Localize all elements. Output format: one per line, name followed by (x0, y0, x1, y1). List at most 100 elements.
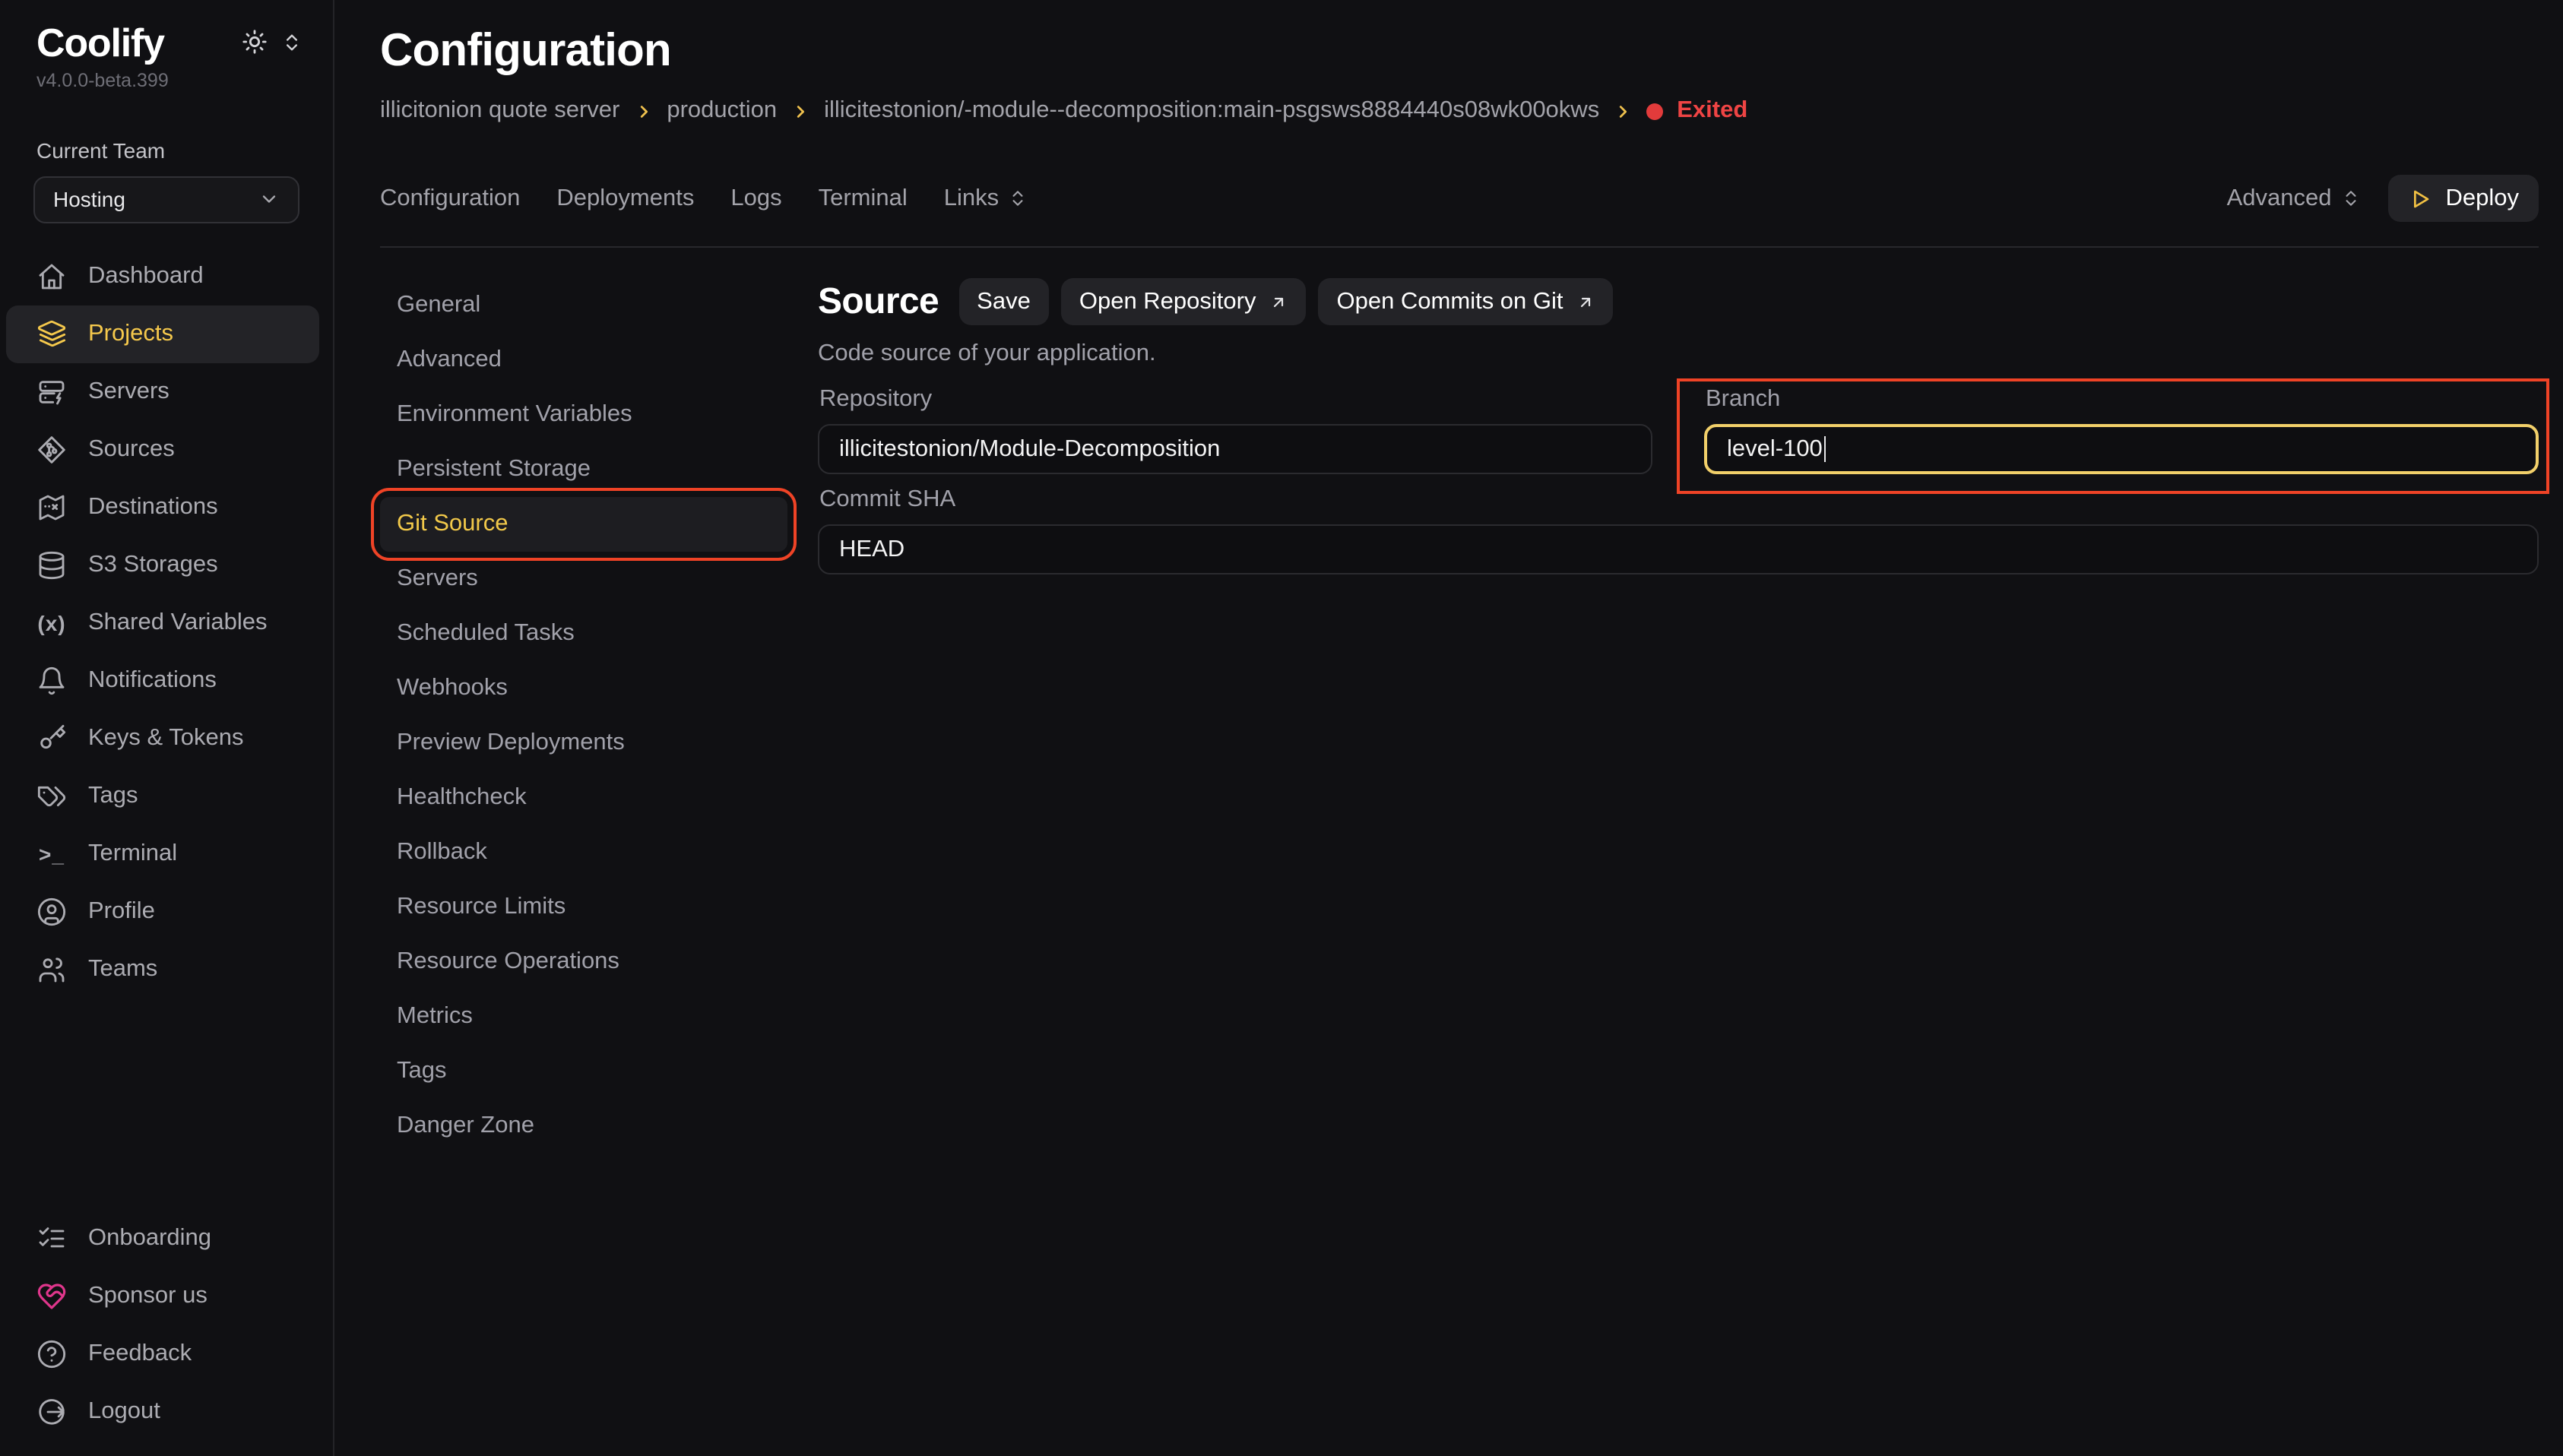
subnav-item-preview-deployments[interactable]: Preview Deployments (380, 716, 787, 771)
parentheses-x-icon: (x) (36, 610, 67, 635)
tab-label: Terminal (819, 185, 908, 212)
tab-configuration[interactable]: Configuration (380, 185, 520, 212)
chevron-right-icon (1614, 103, 1631, 119)
subnav-label: Webhooks (397, 675, 508, 702)
subnav-label: Tags (397, 1058, 447, 1085)
repository-input[interactable]: illicitestonion/Module-Decomposition (818, 424, 1652, 474)
subnav-item-servers[interactable]: Servers (380, 552, 787, 606)
app-version: v4.0.0-beta.399 (0, 69, 333, 90)
subnav-label: Preview Deployments (397, 730, 625, 757)
tab-links[interactable]: Links (944, 185, 1028, 212)
subnav-item-healthcheck[interactable]: Healthcheck (380, 771, 787, 825)
server-icon (36, 376, 67, 407)
subnav-item-environment-variables[interactable]: Environment Variables (380, 388, 787, 442)
save-button[interactable]: Save (958, 278, 1049, 325)
tabs-row: Configuration Deployments Logs Terminal … (380, 175, 2539, 222)
heart-handshake-icon (36, 1281, 67, 1312)
sidebar-item-label: Logout (88, 1398, 160, 1426)
sidebar-item-profile[interactable]: Profile (6, 882, 319, 940)
sidebar-item-shared-variables[interactable]: (x) Shared Variables (6, 593, 319, 651)
external-link-arrow-icon (1269, 293, 1288, 311)
user-circle-icon (36, 896, 67, 926)
sidebar-item-feedback[interactable]: Feedback (6, 1325, 319, 1383)
play-icon (2408, 186, 2432, 210)
chevron-right-icon (635, 103, 651, 119)
branch-input[interactable]: level-100 (1704, 424, 2539, 474)
subnav-item-advanced[interactable]: Advanced (380, 333, 787, 388)
open-repository-button[interactable]: Open Repository (1061, 278, 1307, 325)
breadcrumb-project[interactable]: illicitonion quote server (380, 97, 619, 125)
external-link-arrow-icon (1577, 293, 1595, 311)
sidebar-item-onboarding[interactable]: Onboarding (6, 1210, 319, 1268)
subnav-item-git-source[interactable]: Git Source (380, 497, 787, 552)
chevrons-up-down-icon (2341, 188, 2361, 208)
subnav-label: Advanced (397, 347, 502, 374)
subnav-item-resource-operations[interactable]: Resource Operations (380, 935, 787, 989)
subnav-item-rollback[interactable]: Rollback (380, 825, 787, 880)
theme-chevrons-up-down-icon[interactable] (281, 31, 303, 52)
tab-logs[interactable]: Logs (730, 185, 781, 212)
save-label: Save (977, 288, 1031, 315)
commit-sha-input[interactable]: HEAD (818, 524, 2539, 574)
breadcrumb: illicitonion quote server production ill… (380, 97, 2539, 125)
sidebar-item-projects[interactable]: Projects (6, 305, 319, 362)
sidebar-item-label: Sponsor us (88, 1283, 208, 1310)
subnav-item-general[interactable]: General (380, 278, 787, 333)
subnav-item-webhooks[interactable]: Webhooks (380, 661, 787, 716)
team-select[interactable]: Hosting (33, 176, 299, 223)
subnav-item-metrics[interactable]: Metrics (380, 989, 787, 1044)
deploy-button[interactable]: Deploy (2388, 175, 2539, 222)
users-icon (36, 954, 67, 984)
subnav-item-resource-limits[interactable]: Resource Limits (380, 880, 787, 935)
sidebar-item-tags[interactable]: Tags (6, 767, 319, 825)
tab-deployments[interactable]: Deployments (556, 185, 694, 212)
repository-value: illicitestonion/Module-Decomposition (839, 435, 1220, 463)
sidebar-item-s3-storages[interactable]: S3 Storages (6, 536, 319, 593)
branch-label: Branch (1706, 386, 2539, 413)
terminal-prompt-icon: >_ (36, 841, 67, 866)
sidebar-item-servers[interactable]: Servers (6, 362, 319, 420)
sidebar-item-label: S3 Storages (88, 551, 218, 578)
branch-value: level-100 (1727, 435, 1823, 463)
subnav-label: Persistent Storage (397, 456, 591, 483)
sidebar-item-label: Sources (88, 435, 175, 463)
sidebar-item-dashboard[interactable]: Dashboard (6, 247, 319, 305)
sidebar-item-logout[interactable]: Logout (6, 1383, 319, 1441)
tab-terminal[interactable]: Terminal (819, 185, 908, 212)
sidebar-item-keys-tokens[interactable]: Keys & Tokens (6, 709, 319, 767)
git-source-panel: Source Save Open Repository Open Commits… (818, 278, 2539, 1456)
subnav-item-persistent-storage[interactable]: Persistent Storage (380, 442, 787, 497)
app-window: Coolify v4.0.0-beta.399 Current Team Hos… (0, 0, 2563, 1456)
advanced-label: Advanced (2227, 185, 2332, 212)
advanced-dropdown[interactable]: Advanced (2227, 185, 2361, 212)
breadcrumb-application[interactable]: illicitestonion/-module--decomposition:m… (824, 97, 1599, 125)
sidebar-item-terminal[interactable]: >_ Terminal (6, 825, 319, 882)
status-dot-icon (1646, 103, 1663, 119)
sidebar: Coolify v4.0.0-beta.399 Current Team Hos… (0, 0, 334, 1456)
branch-field: Branch level-100 (1704, 386, 2539, 474)
chevron-right-icon (792, 103, 809, 119)
sidebar-item-sponsor-us[interactable]: Sponsor us (6, 1268, 319, 1325)
text-caret (1824, 436, 1826, 462)
tab-label: Links (944, 185, 999, 212)
breadcrumb-environment[interactable]: production (667, 97, 777, 125)
sun-theme-icon[interactable] (242, 29, 268, 55)
subnav-item-scheduled-tasks[interactable]: Scheduled Tasks (380, 606, 787, 661)
sidebar-nav: Dashboard Projects Servers Sources Desti… (0, 247, 333, 998)
home-icon (36, 261, 67, 291)
subnav-item-tags[interactable]: Tags (380, 1044, 787, 1099)
open-repository-label: Open Repository (1079, 288, 1256, 315)
deploy-label: Deploy (2446, 185, 2520, 212)
subnav-item-danger-zone[interactable]: Danger Zone (380, 1099, 787, 1154)
sidebar-item-teams[interactable]: Teams (6, 940, 319, 998)
settings-subnav: General Advanced Environment Variables P… (380, 278, 787, 1456)
app-logo: Coolify (36, 21, 164, 65)
repository-label: Repository (819, 386, 1652, 413)
sidebar-item-sources[interactable]: Sources (6, 420, 319, 478)
sidebar-item-destinations[interactable]: Destinations (6, 478, 319, 536)
chevrons-up-down-icon (1008, 188, 1028, 208)
key-icon (36, 723, 67, 753)
sidebar-item-notifications[interactable]: Notifications (6, 651, 319, 709)
open-commits-button[interactable]: Open Commits on Git (1318, 278, 1613, 325)
subnav-label: Servers (397, 565, 478, 593)
